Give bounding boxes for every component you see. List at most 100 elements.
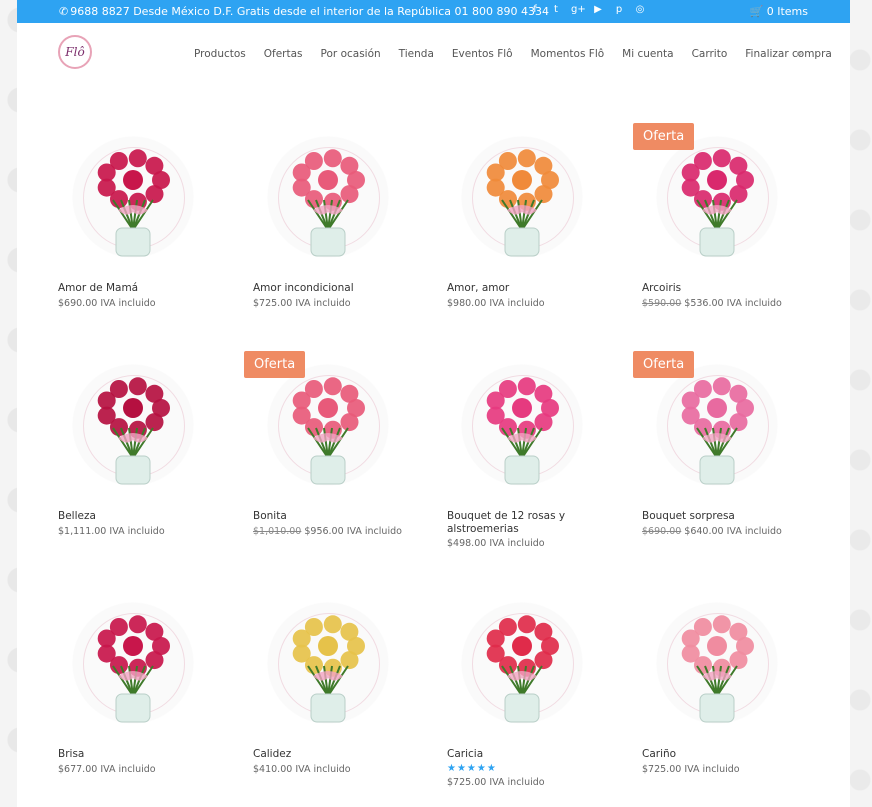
tax-note: IVA incluido bbox=[684, 763, 740, 775]
rating-stars: ★★★★★ bbox=[447, 762, 497, 774]
tax-note: IVA incluido bbox=[346, 525, 402, 537]
product-price: $410.00 IVA incluido bbox=[253, 764, 403, 775]
product-grid: Amor de Mamá $690.00 IVA incluido Amor i… bbox=[17, 80, 850, 807]
product-card[interactable]: Oferta Bouquet sorpresa $690.00 $640.00 I… bbox=[633, 350, 792, 537]
product-image[interactable] bbox=[642, 588, 792, 738]
product-title[interactable]: Bouquet sorpresa bbox=[642, 510, 792, 523]
old-price: $690.00 bbox=[642, 525, 682, 537]
nav-eventos[interactable]: Eventos Flô bbox=[452, 48, 513, 60]
product-title[interactable]: Arcoiris bbox=[642, 282, 792, 295]
product-price: $725.00 IVA incluido bbox=[447, 777, 597, 788]
nav-ofertas[interactable]: Ofertas bbox=[264, 48, 303, 60]
flower-illustration bbox=[681, 615, 754, 723]
twitter-icon[interactable]: t bbox=[550, 4, 562, 15]
tax-note: IVA incluido bbox=[100, 763, 156, 775]
product-card[interactable]: Oferta Bonita $1,010.00 $956.00 IVA inclu… bbox=[244, 350, 403, 537]
tax-note: IVA incluido bbox=[489, 297, 545, 309]
product-image[interactable]: Oferta bbox=[633, 350, 792, 500]
product-title[interactable]: Calidez bbox=[253, 748, 403, 761]
product-title[interactable]: Brisa bbox=[58, 748, 208, 761]
search-icon[interactable]: ⌕ bbox=[796, 46, 803, 61]
nav-carrito[interactable]: Carrito bbox=[692, 48, 728, 60]
tax-note: IVA incluido bbox=[100, 297, 156, 309]
current-price: $1,111.00 bbox=[58, 525, 107, 537]
youtube-icon[interactable]: ▶ bbox=[592, 4, 604, 15]
product-title[interactable]: Belleza bbox=[58, 510, 208, 523]
flower-illustration bbox=[486, 615, 559, 723]
product-title[interactable]: Bouquet de 12 rosas y alstroemerias bbox=[447, 510, 597, 535]
product-price: $690.00 IVA incluido bbox=[58, 298, 208, 309]
product-price: $690.00 $640.00 IVA incluido bbox=[642, 526, 792, 537]
product-price: $677.00 IVA incluido bbox=[58, 764, 208, 775]
tax-note: IVA incluido bbox=[726, 297, 782, 309]
nav-mi-cuenta[interactable]: Mi cuenta bbox=[622, 48, 673, 60]
current-price: $536.00 bbox=[684, 297, 724, 309]
current-price: $725.00 bbox=[447, 776, 487, 788]
product-image[interactable] bbox=[58, 122, 208, 272]
nav-por-ocasion[interactable]: Por ocasión bbox=[321, 48, 381, 60]
nav-momentos[interactable]: Momentos Flô bbox=[531, 48, 605, 60]
flower-illustration bbox=[292, 149, 365, 257]
product-image[interactable] bbox=[447, 588, 597, 738]
product-image[interactable] bbox=[447, 122, 597, 272]
old-price: $1,010.00 bbox=[253, 525, 302, 537]
product-title[interactable]: Bonita bbox=[253, 510, 403, 523]
product-title[interactable]: Amor de Mamá bbox=[58, 282, 208, 295]
product-title[interactable]: Cariño bbox=[642, 748, 792, 761]
product-card[interactable]: Amor, amor $980.00 IVA incluido bbox=[447, 122, 597, 309]
product-image[interactable] bbox=[58, 350, 208, 500]
product-card[interactable]: Caricia ★★★★★ $725.00 IVA incluido bbox=[447, 588, 597, 788]
current-price: $956.00 bbox=[304, 525, 344, 537]
product-card[interactable]: Amor incondicional $725.00 IVA incluido bbox=[253, 122, 403, 309]
flower-illustration bbox=[486, 149, 559, 257]
product-title[interactable]: Caricia bbox=[447, 748, 597, 761]
flower-illustration bbox=[97, 615, 170, 723]
main-nav: Productos Ofertas Por ocasión Tienda Eve… bbox=[194, 46, 850, 61]
product-price: $1,111.00 IVA incluido bbox=[58, 526, 208, 537]
current-price: $410.00 bbox=[253, 763, 293, 775]
site-logo[interactable]: Flô bbox=[58, 35, 92, 69]
flower-illustration bbox=[97, 377, 170, 485]
google-plus-icon[interactable]: g+ bbox=[571, 4, 586, 15]
tax-note: IVA incluido bbox=[489, 538, 545, 550]
product-title[interactable]: Amor incondicional bbox=[253, 282, 403, 295]
site-header: Flô Productos Ofertas Por ocasión Tienda… bbox=[17, 23, 850, 81]
product-image[interactable]: Oferta bbox=[633, 122, 792, 272]
flower-illustration bbox=[292, 615, 365, 723]
product-image[interactable] bbox=[253, 588, 403, 738]
product-image[interactable] bbox=[58, 588, 208, 738]
tax-note: IVA incluido bbox=[295, 763, 351, 775]
tax-note: IVA incluido bbox=[489, 776, 545, 788]
current-price: $980.00 bbox=[447, 297, 487, 309]
phone-info: ✆ 9688 8827 Desde México D.F. Gratis desd… bbox=[59, 5, 549, 18]
pinterest-icon[interactable]: p bbox=[613, 4, 625, 15]
product-card[interactable]: Belleza $1,111.00 IVA incluido bbox=[58, 350, 208, 537]
product-image[interactable]: Oferta bbox=[244, 350, 403, 500]
product-card[interactable]: Bouquet de 12 rosas y alstroemerias $498… bbox=[447, 350, 597, 549]
product-image[interactable] bbox=[447, 350, 597, 500]
nav-finalizar-compra[interactable]: Finalizar compra bbox=[745, 48, 832, 60]
flower-illustration bbox=[681, 377, 754, 485]
product-price: $498.00 IVA incluido bbox=[447, 538, 597, 549]
product-card[interactable]: Amor de Mamá $690.00 IVA incluido bbox=[58, 122, 208, 309]
flower-illustration bbox=[292, 377, 365, 485]
product-image[interactable] bbox=[253, 122, 403, 272]
cart-count: 0 Items bbox=[766, 5, 808, 18]
nav-productos[interactable]: Productos bbox=[194, 48, 246, 60]
current-price: $690.00 bbox=[58, 297, 98, 309]
product-card[interactable]: Brisa $677.00 IVA incluido bbox=[58, 588, 208, 775]
nav-tienda[interactable]: Tienda bbox=[399, 48, 434, 60]
instagram-icon[interactable]: ◎ bbox=[634, 4, 646, 15]
facebook-icon[interactable]: f bbox=[529, 4, 541, 15]
product-card[interactable]: Cariño $725.00 IVA incluido bbox=[642, 588, 792, 775]
cart-link[interactable]: 🛒 0 Items bbox=[750, 5, 808, 18]
current-price: $725.00 bbox=[253, 297, 293, 309]
product-card[interactable]: Calidez $410.00 IVA incluido bbox=[253, 588, 403, 775]
sale-badge: Oferta bbox=[244, 351, 306, 378]
product-card[interactable]: Oferta Arcoiris $590.00 $536.00 IVA inclu… bbox=[633, 122, 792, 309]
product-price: $980.00 IVA incluido bbox=[447, 298, 597, 309]
flower-illustration bbox=[97, 149, 170, 257]
phone-icon: ✆ bbox=[59, 5, 69, 18]
product-price: $725.00 IVA incluido bbox=[253, 298, 403, 309]
product-title[interactable]: Amor, amor bbox=[447, 282, 597, 295]
